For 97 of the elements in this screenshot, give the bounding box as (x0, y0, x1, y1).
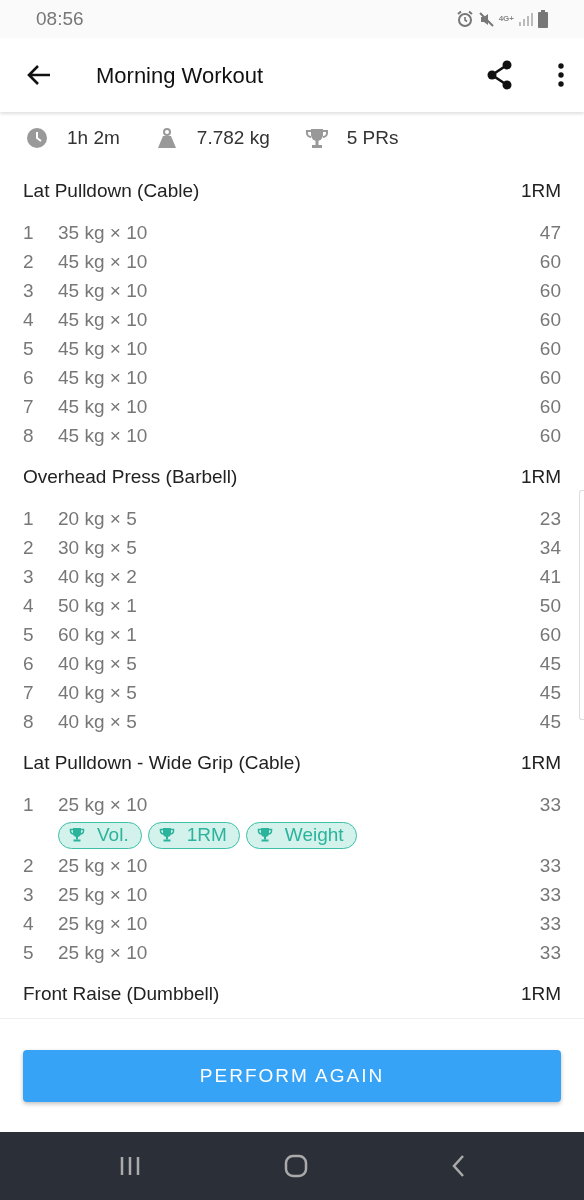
exercise-name: Overhead Press (Barbell) (23, 465, 238, 489)
set-value: 33 (539, 793, 561, 817)
exercise-name: Front Raise (Dumbbell) (23, 982, 220, 1006)
set-number: 3 (23, 883, 35, 907)
set-number: 2 (23, 536, 35, 560)
set-number: 4 (23, 912, 35, 936)
screen-title: Morning Workout (96, 61, 265, 90)
pr-badge: Weight (245, 821, 357, 849)
set-number: 6 (23, 366, 35, 390)
set-weight-reps: 40 kg × 5 (58, 681, 138, 705)
set-value: 60 (539, 366, 561, 390)
set-number: 1 (23, 793, 35, 817)
set-number: 2 (23, 854, 35, 878)
set-value: 45 (539, 681, 561, 705)
set-weight-reps: 45 kg × 10 (58, 250, 149, 274)
set-value: 33 (539, 883, 561, 907)
battery-icon (538, 10, 548, 28)
set-value: 41 (539, 565, 561, 589)
metric-label: 1RM (520, 179, 561, 203)
set-value: 60 (539, 337, 561, 361)
alarm-icon (455, 10, 474, 28)
set-value: 34 (539, 536, 561, 560)
set-value: 60 (539, 623, 561, 647)
kettlebell-icon (155, 127, 178, 149)
back-nav-icon[interactable] (450, 1155, 465, 1177)
set-value: 33 (539, 854, 561, 878)
metric-label: 1RM (520, 751, 561, 775)
set-weight-reps: 60 kg × 1 (58, 623, 138, 647)
set-number: 3 (23, 565, 35, 589)
set-number: 1 (23, 507, 35, 531)
set-number: 5 (23, 623, 35, 647)
set-weight-reps: 25 kg × 10 (58, 883, 149, 907)
set-value: 60 (539, 279, 561, 303)
set-weight-reps: 45 kg × 10 (58, 279, 149, 303)
set-number: 5 (23, 941, 35, 965)
set-weight-reps: 40 kg × 2 (58, 565, 138, 589)
trophy-icon (256, 827, 273, 843)
mute-icon (477, 10, 495, 28)
set-weight-reps: 45 kg × 10 (58, 366, 149, 390)
set-value: 50 (539, 594, 561, 618)
set-weight-reps: 45 kg × 10 (58, 308, 149, 332)
set-weight-reps: 45 kg × 10 (58, 337, 149, 361)
metric-label: 1RM (520, 982, 561, 1006)
status-time: 08:56 (36, 6, 84, 31)
set-number: 8 (23, 710, 35, 734)
trophy-icon (158, 827, 175, 843)
set-value: 60 (539, 395, 561, 419)
set-weight-reps: 50 kg × 1 (58, 594, 138, 618)
set-weight-reps: 25 kg × 10 (58, 854, 149, 878)
recent-apps-icon[interactable] (119, 1156, 142, 1176)
set-number: 7 (23, 681, 35, 705)
metric-label: 1RM (520, 465, 561, 489)
set-number: 4 (23, 308, 35, 332)
network-type: 4G+ (498, 15, 514, 23)
set-value: 23 (539, 507, 561, 531)
set-weight-reps: 35 kg × 10 (58, 221, 149, 245)
set-value: 47 (539, 221, 561, 245)
summary-value: 5 PRs (346, 125, 399, 150)
share-icon[interactable] (486, 60, 514, 90)
perform-again-button[interactable]: PERFORM AGAIN (23, 1050, 561, 1102)
set-number: 5 (23, 337, 35, 361)
signal-icon (518, 11, 534, 27)
set-value: 45 (539, 652, 561, 676)
more-icon[interactable] (558, 63, 564, 87)
set-number: 7 (23, 395, 35, 419)
set-number: 6 (23, 652, 35, 676)
exercise-name: Lat Pulldown (Cable) (23, 179, 200, 203)
trophy-icon (305, 127, 328, 149)
home-icon[interactable] (284, 1154, 308, 1178)
set-value: 60 (539, 308, 561, 332)
set-value: 45 (539, 710, 561, 734)
set-number: 3 (23, 279, 35, 303)
exercise-name: Lat Pulldown - Wide Grip (Cable) (23, 751, 301, 775)
set-weight-reps: 30 kg × 5 (58, 536, 138, 560)
summary-value: 7.782 kg (196, 125, 270, 150)
pr-badge: 1RM (147, 821, 240, 849)
set-number: 1 (23, 221, 35, 245)
set-value: 60 (539, 250, 561, 274)
set-number: 4 (23, 594, 35, 618)
set-number: 8 (23, 424, 35, 448)
summary-value: 1h 2m (67, 125, 120, 150)
set-weight-reps: 25 kg × 10 (58, 941, 149, 965)
set-weight-reps: 45 kg × 10 (58, 424, 149, 448)
set-value: 33 (539, 912, 561, 936)
set-weight-reps: 40 kg × 5 (58, 710, 138, 734)
clock-icon (26, 127, 48, 149)
set-weight-reps: 25 kg × 10 (58, 793, 149, 817)
set-weight-reps: 25 kg × 10 (58, 912, 149, 936)
pr-badge: Vol. (58, 821, 142, 849)
set-value: 60 (539, 424, 561, 448)
set-weight-reps: 45 kg × 10 (58, 395, 149, 419)
set-weight-reps: 40 kg × 5 (58, 652, 138, 676)
trophy-icon (69, 827, 85, 843)
set-weight-reps: 20 kg × 5 (58, 507, 138, 531)
set-value: 33 (539, 941, 561, 965)
back-icon[interactable] (26, 64, 52, 86)
set-number: 2 (23, 250, 35, 274)
